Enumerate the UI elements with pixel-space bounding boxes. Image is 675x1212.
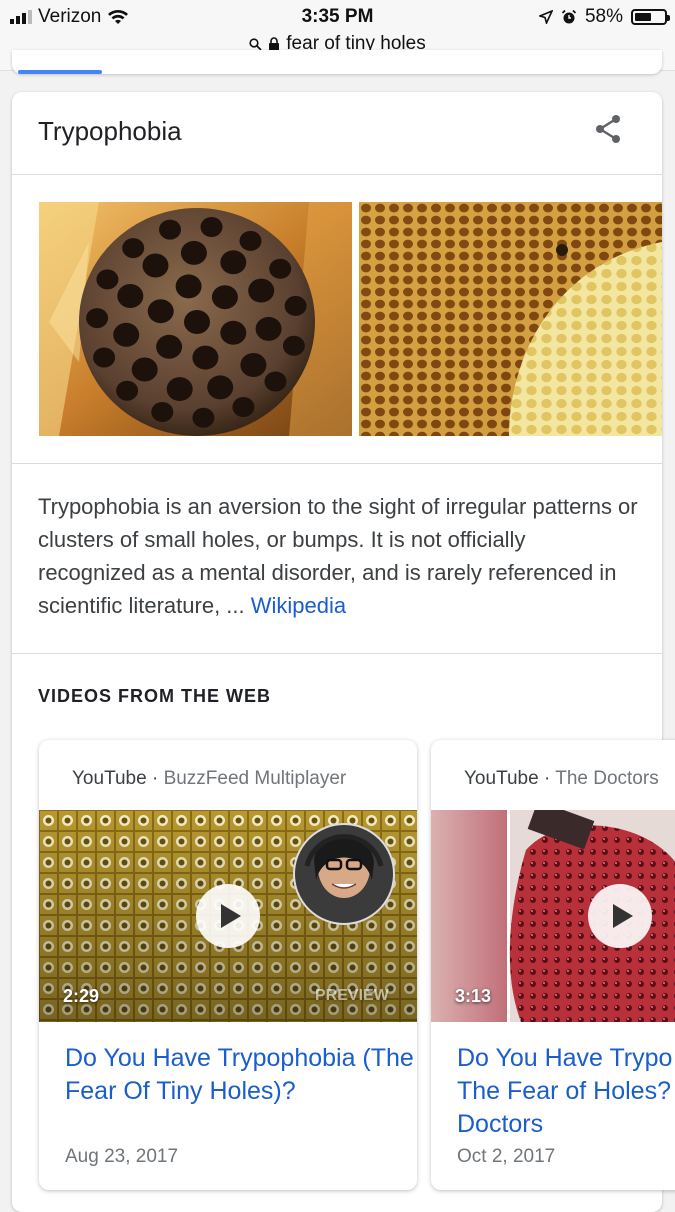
pod-hole [220, 250, 247, 275]
lock-icon [269, 37, 280, 51]
pod-hole [264, 371, 287, 392]
video-date: Aug 23, 2017 [65, 1146, 179, 1167]
video-duration: 2:29 [63, 986, 100, 1006]
wikipedia-link[interactable]: Wikipedia [251, 593, 346, 618]
pod-hole [184, 310, 210, 334]
pod-hole [86, 308, 109, 329]
panel-description: Trypophobia is an aversion to the sight … [38, 490, 638, 622]
video-source: YouTube · The Doctors [464, 768, 659, 790]
location-arrow-icon [538, 10, 553, 24]
pod-hole [239, 230, 262, 251]
pod-hole [113, 322, 140, 347]
video-title[interactable]: Do You Have Trypo The Fear of Holes? Doc… [457, 1042, 675, 1141]
battery-icon [631, 9, 670, 25]
pod-hole [255, 316, 282, 341]
pod-hole [192, 407, 215, 428]
divider [12, 463, 662, 464]
source-separator: · [146, 768, 164, 789]
pod-hole [207, 375, 234, 400]
search-icon [249, 37, 262, 51]
active-tab-indicator [18, 70, 102, 74]
pod-hole [248, 278, 275, 303]
alarm-icon [561, 9, 577, 24]
pod-hole [200, 217, 223, 237]
play-icon[interactable] [196, 884, 260, 948]
pod-hole [116, 380, 139, 401]
honeycomb-image[interactable] [359, 202, 662, 436]
pod-hole [122, 238, 145, 259]
pod-hole [211, 285, 238, 310]
share-icon[interactable] [594, 114, 622, 144]
pod-hole [142, 253, 169, 278]
divider [12, 653, 662, 654]
video-channel: The Doctors [555, 768, 659, 789]
video-platform: YouTube [72, 768, 147, 789]
pod-hole [147, 299, 174, 324]
videos-heading: VIDEOS FROM THE WEB [38, 686, 272, 706]
pod-hole [156, 334, 183, 359]
video-platform: YouTube [464, 768, 539, 789]
pod-hole [180, 240, 207, 265]
lotus-pod-image[interactable] [39, 202, 352, 436]
video-channel: BuzzFeed Multiplayer [163, 768, 347, 789]
pod-hole [131, 357, 158, 382]
pod-hole [269, 258, 292, 279]
battery-percent: 58% [584, 6, 623, 27]
video-card[interactable]: YouTube · BuzzFeed Multiplayer 2:29 PREV… [39, 740, 417, 1190]
status-right: 58% [538, 6, 670, 28]
pod-hole [159, 219, 181, 240]
pod-hole [192, 345, 219, 370]
source-separator: · [538, 768, 556, 789]
panel-title: Trypophobia [38, 116, 182, 146]
pod-hole [151, 402, 174, 422]
preview-label: PREVIEW [315, 987, 389, 1004]
pod-hole [175, 274, 202, 299]
video-duration: 3:13 [455, 986, 492, 1006]
pod-hole [93, 347, 116, 368]
divider [12, 174, 662, 175]
video-date: Oct 2, 2017 [457, 1146, 556, 1167]
video-title[interactable]: Do You Have Trypophobia (The Fear Of Tin… [65, 1042, 417, 1108]
video-source: YouTube · BuzzFeed Multiplayer [72, 768, 346, 790]
pod-hole [166, 377, 193, 402]
pod-hole [96, 269, 119, 290]
video-card[interactable]: YouTube · The Doctors 3:13 Do You Have T… [431, 740, 675, 1190]
pod-hole [117, 284, 144, 308]
pod-hole [284, 295, 307, 316]
previous-card [12, 50, 662, 74]
pod-hole [220, 320, 247, 345]
pod-hole [282, 335, 305, 356]
pod-hole [240, 353, 267, 377]
play-icon[interactable] [588, 884, 652, 948]
pod-hole [232, 397, 255, 417]
